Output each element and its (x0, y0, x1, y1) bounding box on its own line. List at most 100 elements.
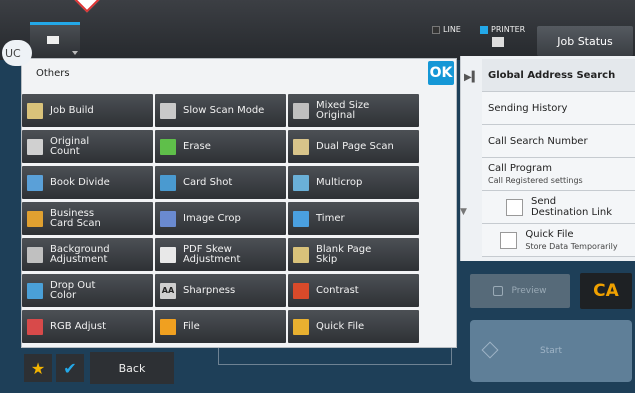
options-row: Original Count Erase Dual Page Scan (22, 130, 422, 163)
option-button[interactable]: Background Adjustment (22, 238, 153, 271)
option-label: PDF Skew Adjustment (183, 243, 241, 265)
option-button[interactable]: Book Divide (22, 166, 153, 199)
checkmark-icon[interactable]: ✔ (56, 354, 84, 382)
blank-page-icon (293, 246, 309, 263)
option-button[interactable]: Blank Page Skip (288, 238, 419, 271)
quick-file-toggle[interactable]: Quick File Store Data Temporarily (482, 224, 635, 257)
dual-page-icon (293, 138, 309, 155)
ok-button[interactable]: OK (428, 61, 454, 85)
folder-icon (160, 318, 176, 335)
dialog-title: Others (36, 68, 70, 79)
checkbox[interactable] (505, 198, 523, 216)
address-panel: ▶▍ Global Address Search Sending History… (460, 56, 635, 261)
preview-icon (493, 286, 504, 296)
option-label: Business Card Scan (50, 207, 101, 229)
printer-label: PRINTER (491, 25, 526, 34)
options-row: Background Adjustment PDF Skew Adjustment… (22, 238, 422, 271)
option-button[interactable]: RGB Adjust (22, 310, 153, 343)
job-build-icon (27, 102, 43, 119)
option-button[interactable]: Dual Page Scan (288, 130, 419, 163)
option-label: Background Adjustment (50, 243, 110, 265)
multicrop-icon (293, 174, 309, 191)
preview-button[interactable]: Preview (470, 274, 570, 308)
option-button[interactable]: Job Build (22, 94, 153, 127)
top-bar: LINE PRINTER Job Status (0, 0, 635, 60)
option-button[interactable]: Timer (288, 202, 419, 235)
others-dialog: Others OK Job Build Slow Scan Mode Mixed S… (21, 58, 457, 348)
clear-all-button[interactable]: CA (580, 273, 632, 309)
background-frame (218, 345, 452, 365)
printer-status-icon (480, 25, 488, 34)
option-button[interactable]: Image Crop (155, 202, 286, 235)
image-crop-icon (160, 210, 176, 227)
options-row: Drop Out Color AA Sharpness Contrast (22, 274, 422, 307)
quick-file-sublabel: Store Data Temporarily (525, 242, 618, 251)
option-button[interactable]: File (155, 310, 286, 343)
options-row: Book Divide Card Shot Multicrop (22, 166, 422, 199)
start-label: Start (540, 346, 562, 356)
book-divide-icon (27, 174, 43, 191)
favorite-star-icon[interactable]: ★ (24, 354, 52, 382)
call-program-sublabel: Call Registered settings (488, 176, 583, 185)
scan-to-email-tab[interactable] (30, 22, 80, 60)
option-label: RGB Adjust (50, 320, 106, 332)
option-button[interactable]: Multicrop (288, 166, 419, 199)
line-label: LINE (443, 25, 461, 34)
checkbox[interactable] (500, 231, 518, 249)
erase-icon (160, 138, 176, 155)
option-button[interactable]: Original Count (22, 130, 153, 163)
line-indicator: LINE (432, 25, 461, 34)
business-card-icon (27, 210, 43, 227)
printer-indicator: PRINTER (480, 25, 525, 47)
option-label: Contrast (316, 284, 359, 296)
back-button[interactable]: Back (90, 352, 174, 384)
option-button[interactable]: Contrast (288, 274, 419, 307)
call-program-button[interactable]: Call Program Call Registered settings (482, 158, 635, 191)
option-button[interactable]: PDF Skew Adjustment (155, 238, 286, 271)
scroll-down-icon[interactable]: ▼ (460, 207, 472, 219)
option-button[interactable]: Erase (155, 130, 286, 163)
call-search-number-label: Call Search Number (488, 135, 588, 147)
mixed-size-icon (293, 102, 309, 119)
option-label: Drop Out Color (50, 279, 96, 301)
job-status-button[interactable]: Job Status (537, 26, 633, 56)
option-button[interactable]: Drop Out Color (22, 274, 153, 307)
home-indicator (71, 0, 103, 13)
sending-history-label: Sending History (488, 102, 568, 114)
option-button[interactable]: Slow Scan Mode (155, 94, 286, 127)
option-label: Job Build (50, 104, 94, 116)
chevron-down-icon (72, 51, 78, 55)
global-address-search-button[interactable]: Global Address Search (482, 59, 635, 92)
preview-label: Preview (511, 286, 547, 296)
send-destination-link-toggle[interactable]: Send Destination Link (482, 191, 635, 224)
option-label: Book Divide (50, 176, 110, 188)
option-label: Slow Scan Mode (183, 104, 265, 116)
sending-history-button[interactable]: Sending History (482, 92, 635, 125)
option-label: Dual Page Scan (316, 140, 394, 152)
user-badge: UC (2, 40, 32, 66)
option-label: Mixed Size Original (316, 99, 370, 121)
option-label: File (183, 320, 200, 332)
option-button[interactable]: Quick File (288, 310, 419, 343)
call-search-number-button[interactable]: Call Search Number (482, 125, 635, 158)
line-status-icon (432, 25, 440, 34)
option-button[interactable]: Mixed Size Original (288, 94, 419, 127)
panel-expand-icon[interactable]: ▶▍ (464, 72, 479, 83)
option-button[interactable]: Card Shot (155, 166, 286, 199)
option-button[interactable]: AA Sharpness (155, 274, 286, 307)
option-label: Sharpness (183, 284, 236, 296)
option-label: Erase (183, 140, 211, 152)
quick-file-label: Quick File (525, 229, 574, 240)
option-button[interactable]: Business Card Scan (22, 202, 153, 235)
option-label: Multicrop (316, 176, 363, 188)
option-label: Quick File (316, 320, 365, 332)
options-row: RGB Adjust File Quick File (22, 310, 422, 343)
drop-out-color-icon (27, 282, 43, 299)
global-address-search-label: Global Address Search (488, 69, 616, 81)
original-count-icon (27, 138, 43, 155)
rgb-adjust-icon (27, 318, 43, 335)
option-label: Image Crop (183, 212, 241, 224)
pdf-skew-icon (160, 246, 176, 263)
options-grid: Job Build Slow Scan Mode Mixed Size Origin… (22, 94, 422, 346)
envelope-icon (47, 36, 59, 44)
